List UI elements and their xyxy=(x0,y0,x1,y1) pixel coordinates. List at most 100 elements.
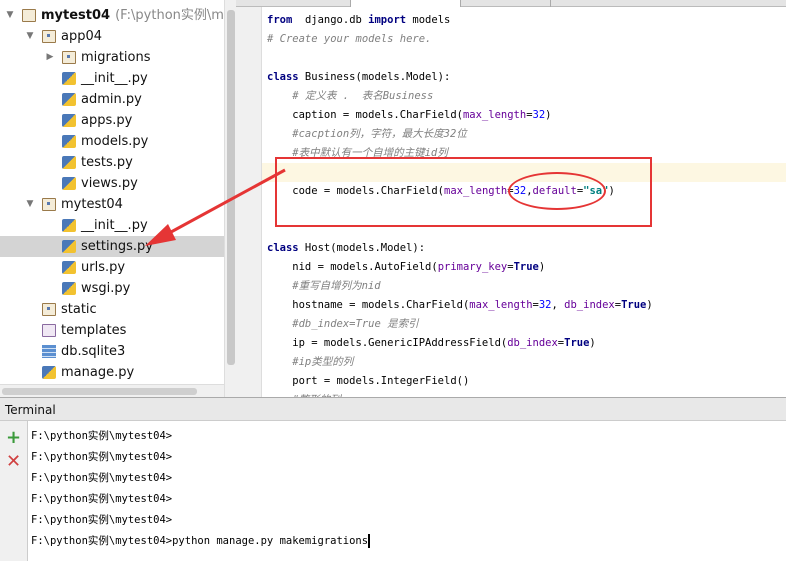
tree-item[interactable]: models.py xyxy=(44,131,148,152)
tree-item[interactable]: views.py xyxy=(44,173,138,194)
tree-item-label: __init__.py xyxy=(81,218,148,233)
tree-item-label: mytest04 xyxy=(61,197,123,212)
terminal-line: F:\python实例\mytest04> xyxy=(31,489,172,510)
terminal-output[interactable]: F:\python实例\mytest04> F:\python实例\mytest0… xyxy=(28,421,786,561)
tree-item[interactable]: wsgi.py xyxy=(44,278,130,299)
tree-item[interactable]: urls.py xyxy=(44,257,125,278)
collapse-arrow-icon[interactable]: ▶ xyxy=(44,47,56,68)
code-line: class Business(models.Model): xyxy=(267,68,450,87)
python-file-icon xyxy=(62,93,76,106)
expand-arrow-icon[interactable]: ▼ xyxy=(24,26,36,47)
folder-icon xyxy=(42,303,56,316)
python-file-icon xyxy=(62,135,76,148)
code-line: caption = models.CharField(max_length=32… xyxy=(267,106,552,125)
tree-item[interactable]: tests.py xyxy=(44,152,133,173)
code-token: #cacption列，字符，最大长度32位 xyxy=(267,128,467,140)
tree-item[interactable]: ▼ app04 xyxy=(24,26,102,47)
tree-item[interactable]: settings.py xyxy=(0,236,224,257)
code-line: from django.db import models xyxy=(267,11,450,30)
code-token: port = models.IntegerField() xyxy=(267,375,470,387)
code-line: port = models.IntegerField() xyxy=(267,372,469,391)
code-line: # 定义表 . 表名Business xyxy=(267,87,433,106)
terminal-line: F:\python实例\mytest04> xyxy=(31,426,172,447)
code-token: # 定义表 . 表名Business xyxy=(267,90,434,102)
tree-item[interactable]: templates xyxy=(24,320,126,341)
tree-item[interactable]: manage.py xyxy=(24,362,134,383)
python-file-icon xyxy=(62,156,76,169)
tree-item-label: models.py xyxy=(81,134,149,149)
terminal-line: F:\python实例\mytest04>python manage.py ma… xyxy=(31,531,371,552)
python-file-icon xyxy=(62,177,76,190)
tree-item-label: app04 xyxy=(61,29,103,44)
code-token: # Create your models here. xyxy=(267,33,432,45)
code-token: import xyxy=(368,14,407,26)
editor-tab[interactable] xyxy=(236,0,351,7)
code-token: #db_index=True 是索引 xyxy=(267,318,419,330)
terminal-line-text: F:\python实例\mytest04> xyxy=(31,451,173,463)
code-token: max_length xyxy=(462,109,527,121)
code-token: nid = models.AutoField( xyxy=(267,261,438,273)
code-token: True xyxy=(513,261,539,273)
python-file-icon xyxy=(42,366,56,379)
tree-item[interactable]: db.sqlite3 xyxy=(24,341,125,362)
code-token: True xyxy=(621,299,647,311)
editor-tab[interactable] xyxy=(461,0,551,7)
tree-vertical-scrollbar[interactable] xyxy=(224,0,236,397)
code-line: #db_index=True 是索引 xyxy=(267,315,419,334)
code-token: db_index xyxy=(564,299,615,311)
tree-item[interactable]: ▼ mytest04 xyxy=(24,194,123,215)
code-line: #重写自增列为nid xyxy=(267,277,380,296)
tree-item-label: wsgi.py xyxy=(81,281,131,296)
terminal-title: Terminal xyxy=(5,403,56,417)
terminal-line-text: F:\python实例\mytest04> xyxy=(31,493,173,505)
terminal-line-text: F:\python实例\mytest04>python manage.py ma… xyxy=(31,535,369,547)
code-token: django.db xyxy=(292,14,369,26)
code-token: 32 xyxy=(538,299,552,311)
terminal-line: F:\python实例\mytest04> xyxy=(31,510,172,531)
terminal-line: F:\python实例\mytest04> xyxy=(31,468,172,489)
editor-tab-active[interactable] xyxy=(351,0,461,7)
code-line: # Create your models here. xyxy=(267,30,431,49)
code-token: ) xyxy=(538,261,546,273)
code-token: 32 xyxy=(532,109,546,121)
terminal-line-text: F:\python实例\mytest04> xyxy=(31,514,173,526)
code-token: from xyxy=(267,14,293,26)
code-token: hostname = models.CharField( xyxy=(267,299,470,311)
annotation-ellipse xyxy=(508,172,606,210)
code-line: nid = models.AutoField(primary_key=True) xyxy=(267,258,545,277)
tree-item-label: urls.py xyxy=(81,260,126,275)
tree-item[interactable]: static xyxy=(24,299,97,320)
tree-item-label: db.sqlite3 xyxy=(61,344,126,359)
tree-item[interactable]: apps.py xyxy=(44,110,132,131)
folder-icon xyxy=(42,324,56,337)
code-token: ) xyxy=(545,109,552,121)
tree-root[interactable]: ▼ mytest04 (F:\python实例\mytes xyxy=(4,5,224,26)
code-token: Host(models.Model): xyxy=(298,242,426,254)
terminal-line-text: F:\python实例\mytest04> xyxy=(31,430,173,442)
code-token: #ip类型的列 xyxy=(267,356,354,368)
text-cursor xyxy=(368,534,371,548)
tree-item[interactable]: admin.py xyxy=(44,89,142,110)
plus-icon[interactable]: + xyxy=(6,429,21,447)
code-token: models xyxy=(406,14,451,26)
code-token: ) xyxy=(589,337,596,349)
python-file-icon xyxy=(62,240,76,253)
folder-icon xyxy=(42,30,56,43)
tree-item[interactable]: ▶ migrations xyxy=(44,47,151,68)
tree-item-label: migrations xyxy=(81,50,151,65)
tree-item-label: templates xyxy=(61,323,127,338)
python-file-icon xyxy=(62,114,76,127)
python-file-icon xyxy=(62,261,76,274)
code-token: ip = models.GenericIPAddressField( xyxy=(267,337,508,349)
code-token: class xyxy=(267,71,299,83)
tree-item[interactable]: __init__.py xyxy=(44,215,148,236)
tree-item[interactable]: __init__.py xyxy=(44,68,148,89)
expand-arrow-icon[interactable]: ▼ xyxy=(4,5,16,26)
tree-horizontal-scrollbar[interactable] xyxy=(0,384,224,397)
code-line: #cacption列，字符，最大长度32位 xyxy=(267,125,467,144)
code-token: class xyxy=(267,242,299,254)
code-token: db_index xyxy=(507,337,558,349)
terminal-line: F:\python实例\mytest04> xyxy=(31,447,172,468)
close-icon[interactable]: ✕ xyxy=(6,453,21,471)
expand-arrow-icon[interactable]: ▼ xyxy=(24,194,36,215)
